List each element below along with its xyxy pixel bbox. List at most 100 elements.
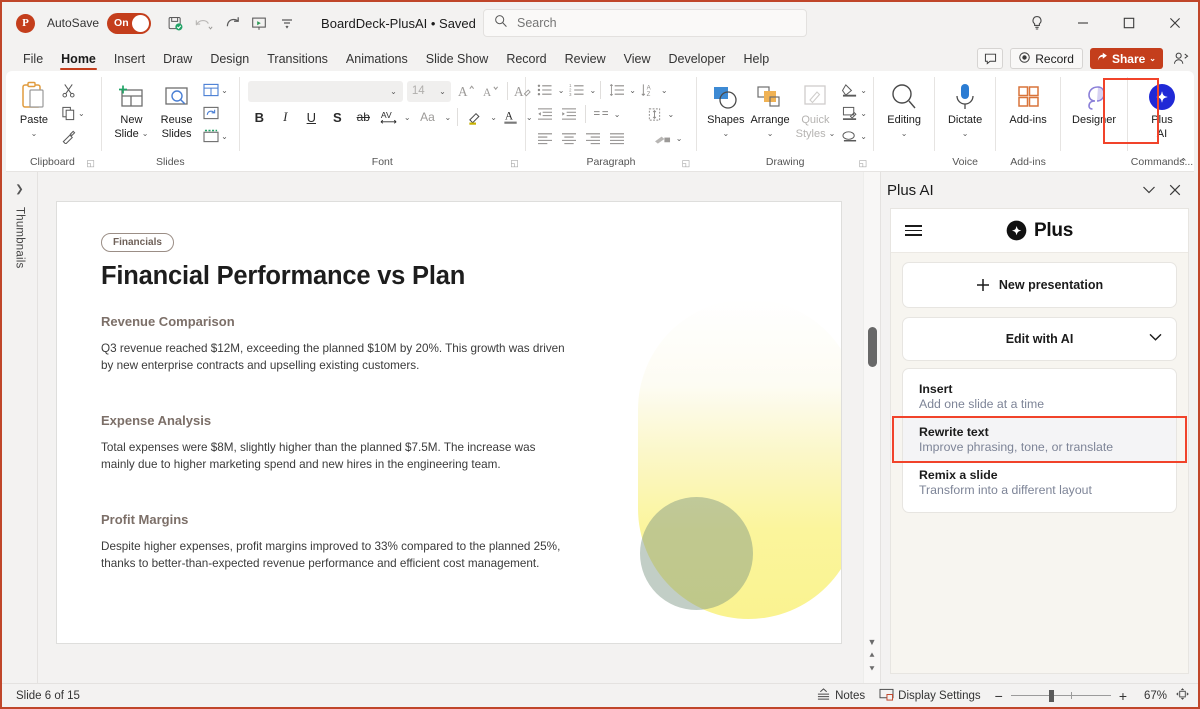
redo-icon[interactable] [217, 9, 245, 37]
zoom-slider[interactable] [1010, 689, 1111, 702]
zoom-slider-thumb[interactable] [1048, 689, 1054, 702]
present-icon[interactable] [245, 9, 273, 37]
layout-chevron-icon[interactable]: ⌄ [221, 86, 228, 95]
text-direction-chevron-icon[interactable]: ⌄ [667, 110, 674, 119]
change-case-button[interactable]: Aa [414, 106, 442, 128]
convert-smartart-icon[interactable] [652, 127, 675, 149]
sort-icon[interactable]: AZ [637, 79, 660, 101]
tab-home[interactable]: Home [52, 50, 105, 71]
italic-button[interactable]: I [274, 106, 297, 128]
document-title[interactable]: BoardDeck-PlusAI • Saved ⌄ [321, 16, 489, 31]
bold-button[interactable]: B [248, 106, 271, 128]
tab-file[interactable]: File [14, 50, 52, 71]
record-button[interactable]: Record [1010, 48, 1083, 69]
highlight-chevron-icon[interactable]: ⌄ [490, 113, 497, 122]
minimize-icon[interactable] [1060, 2, 1106, 44]
plus-ai-button[interactable]: Plus AI [1136, 77, 1188, 143]
chevron-down-icon[interactable] [1136, 177, 1162, 203]
search-input[interactable] [517, 16, 796, 30]
drawing-dialog-launcher-icon[interactable]: ◱ [859, 156, 868, 170]
shapes-button[interactable]: Shapes ⌄ [705, 77, 746, 143]
copy-chevron-icon[interactable]: ⌄ [78, 109, 85, 118]
tab-draw[interactable]: Draw [154, 50, 201, 71]
font-size-chevron-icon[interactable]: ⌄ [439, 87, 446, 96]
tab-animations[interactable]: Animations [337, 50, 417, 71]
line-spacing-chevron-icon[interactable]: ⌄ [629, 86, 636, 95]
undo-icon[interactable] [189, 9, 217, 37]
add-ins-button[interactable]: Add-ins [1004, 77, 1052, 129]
reset-icon[interactable] [200, 102, 231, 124]
increase-font-size-icon[interactable]: A [456, 80, 479, 102]
comments-button[interactable] [977, 48, 1004, 69]
new-slide-chevron-icon[interactable]: ⌄ [142, 128, 149, 140]
shape-fill-chevron-icon[interactable]: ⌄ [860, 86, 867, 95]
share-people-icon[interactable] [1170, 48, 1192, 69]
shapes-chevron-icon[interactable]: ⌄ [722, 128, 729, 140]
shadow-button[interactable]: S [326, 106, 349, 128]
align-left-icon[interactable] [534, 127, 557, 149]
save-icon[interactable] [161, 9, 189, 37]
paragraph-dialog-launcher-icon[interactable]: ◱ [682, 156, 691, 170]
thumbnails-expand-icon[interactable]: ❯ [15, 184, 23, 195]
shape-outline-chevron-icon[interactable]: ⌄ [860, 109, 867, 118]
maximize-icon[interactable] [1106, 2, 1152, 44]
font-name-chevron-icon[interactable]: ⌄ [390, 87, 397, 96]
font-color-icon[interactable]: A [500, 106, 523, 128]
close-icon[interactable] [1162, 177, 1188, 203]
next-slide-icon[interactable]: ⯆ [868, 664, 875, 675]
font-dialog-launcher-icon[interactable]: ◱ [510, 156, 519, 170]
tab-design[interactable]: Design [201, 50, 258, 71]
zoom-out-button[interactable]: − [995, 688, 1003, 704]
shape-fill-icon[interactable]: ⌄ [839, 79, 870, 101]
align-center-icon[interactable] [558, 127, 581, 149]
menu-item-insert[interactable]: Insert Add one slide at a time [903, 375, 1176, 418]
designer-button[interactable]: Designer [1069, 77, 1119, 129]
editing-chevron-icon[interactable]: ⌄ [901, 128, 908, 140]
columns-icon[interactable] [590, 103, 613, 125]
tab-slide-show[interactable]: Slide Show [417, 50, 498, 71]
notes-button[interactable]: Notes [816, 687, 865, 704]
share-button[interactable]: Share ⌄ [1089, 48, 1163, 69]
font-size-combo[interactable]: 14 ⌄ [406, 80, 451, 102]
change-case-chevron-icon[interactable]: ⌄ [445, 113, 452, 122]
scrollbar-thumb[interactable] [868, 327, 877, 367]
previous-slide-icon[interactable]: ⯅ [868, 650, 875, 661]
search-box[interactable] [483, 9, 807, 37]
paste-chevron-icon[interactable]: ⌄ [31, 128, 38, 140]
new-presentation-button[interactable]: New presentation [902, 262, 1177, 308]
cut-icon[interactable] [58, 79, 88, 101]
collapse-ribbon-icon[interactable]: ⌃ [1179, 156, 1188, 169]
sort-chevron-icon[interactable]: ⌄ [661, 86, 668, 95]
arrange-chevron-icon[interactable]: ⌄ [767, 128, 774, 140]
slide-vertical-scrollbar[interactable]: ▼ ⯅ ⯆ [863, 172, 880, 683]
line-spacing-icon[interactable] [605, 79, 628, 101]
menu-item-rewrite-text[interactable]: Rewrite text Improve phrasing, tone, or … [892, 416, 1187, 463]
character-spacing-button[interactable]: AV [378, 106, 401, 128]
editing-button[interactable]: Editing ⌄ [882, 77, 926, 143]
increase-indent-icon[interactable] [558, 103, 581, 125]
edit-with-ai-dropdown[interactable]: Edit with AI [902, 317, 1177, 361]
shape-effects-chevron-icon[interactable]: ⌄ [860, 132, 867, 141]
scroll-down-arrow-icon[interactable]: ▼ [868, 637, 877, 647]
slide-canvas[interactable]: Financials Financial Performance vs Plan… [56, 201, 842, 644]
copy-icon[interactable]: ⌄ [58, 102, 88, 124]
columns-chevron-icon[interactable]: ⌄ [614, 110, 621, 119]
reuse-slides-button[interactable]: Reuse Slides [155, 77, 198, 143]
arrange-button[interactable]: Arrange ⌄ [748, 77, 791, 143]
paste-button[interactable]: Paste ⌄ [12, 77, 56, 143]
zoom-level-label[interactable]: 67% [1135, 690, 1167, 702]
shape-outline-icon[interactable]: ⌄ [839, 102, 870, 124]
section-chevron-icon[interactable]: ⌄ [221, 132, 228, 141]
strikethrough-button[interactable]: ab [352, 106, 375, 128]
thumbnails-rail[interactable]: ❯ Thumbnails [2, 172, 38, 683]
tab-record[interactable]: Record [497, 50, 555, 71]
bullets-icon[interactable] [534, 79, 557, 101]
slide-tag-badge[interactable]: Financials [101, 233, 174, 252]
smartart-chevron-icon[interactable]: ⌄ [676, 134, 683, 143]
text-highlight-icon[interactable] [464, 106, 487, 128]
format-painter-icon[interactable] [58, 125, 88, 147]
slide-section-expense[interactable]: Expense Analysis Total expenses were $8M… [101, 413, 571, 473]
align-right-icon[interactable] [582, 127, 605, 149]
section-icon[interactable]: ⌄ [200, 125, 231, 147]
decrease-indent-icon[interactable] [534, 103, 557, 125]
